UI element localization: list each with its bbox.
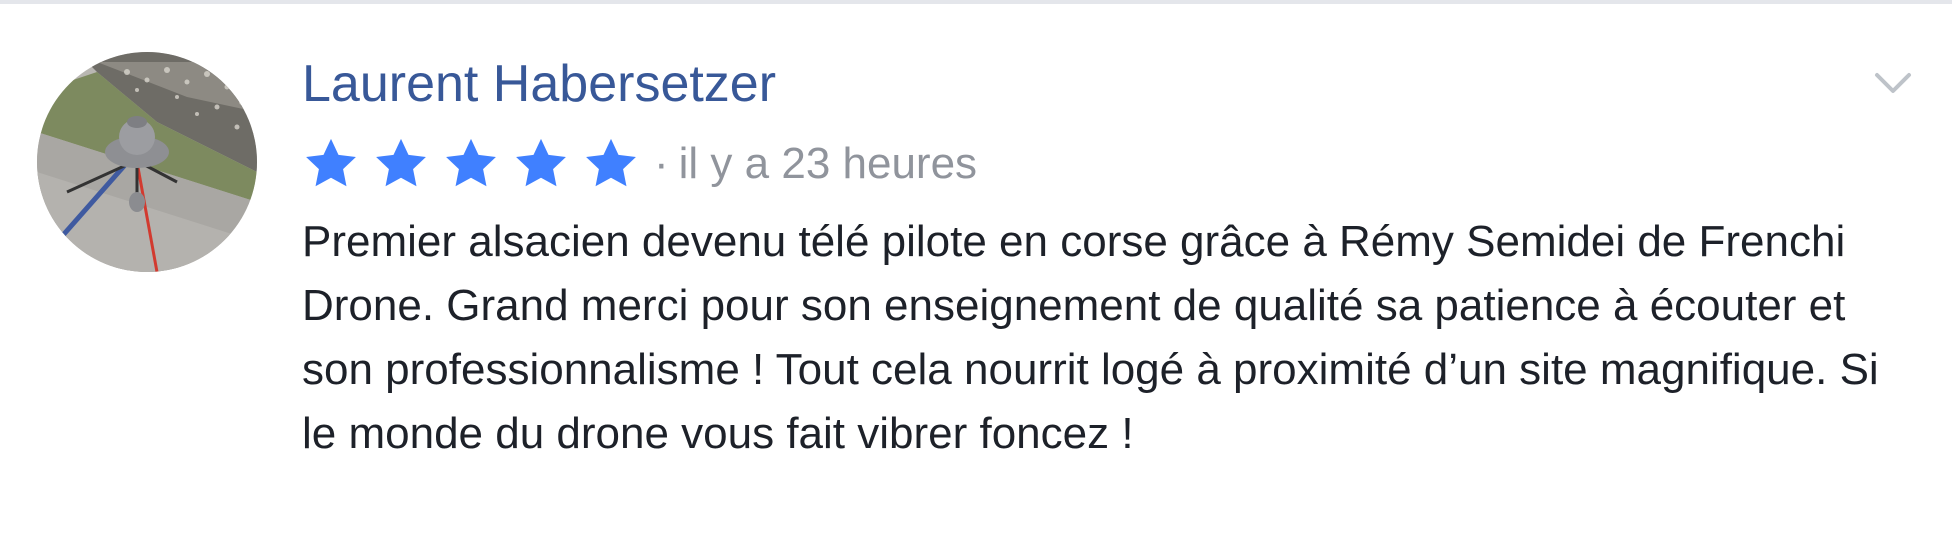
star-rating bbox=[302, 135, 652, 193]
review-timestamp-link[interactable]: il y a 23 heures bbox=[679, 132, 977, 196]
star-icon bbox=[446, 138, 496, 187]
star-icon bbox=[376, 138, 426, 187]
star-icon bbox=[586, 138, 636, 187]
avatar[interactable] bbox=[37, 52, 257, 272]
author-name-link[interactable]: Laurent Habersetzer bbox=[302, 52, 776, 116]
review-text: Premier alsacien devenu télé pilote en c… bbox=[302, 217, 1879, 458]
review-card: Laurent Habersetzer · il y a 23 heures P… bbox=[0, 0, 1952, 554]
star-icon bbox=[516, 138, 566, 187]
star-icon bbox=[306, 138, 356, 187]
chevron-down-icon[interactable] bbox=[1871, 61, 1915, 105]
drone-photo-icon bbox=[37, 52, 257, 272]
rating-row: · il y a 23 heures bbox=[302, 132, 977, 196]
meta-separator: · bbox=[654, 139, 669, 188]
